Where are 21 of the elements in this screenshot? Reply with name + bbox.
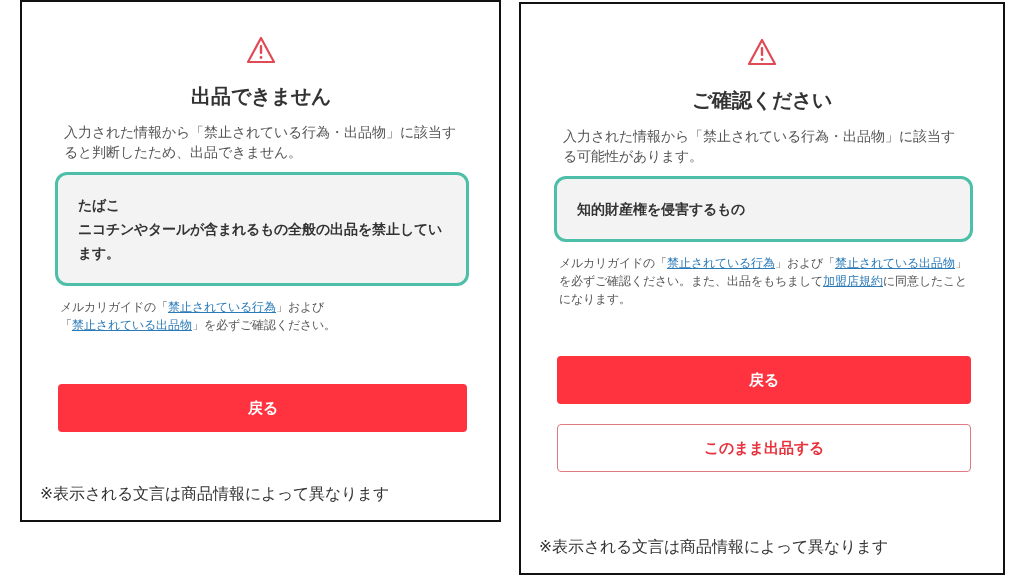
description-text: 入力された情報から「禁止されている行為・出品物」に該当する可能性があります。 xyxy=(563,127,956,166)
guide-text: メルカリガイドの「禁止されている行為」および「禁止されている出品物」を必ずご確認ください。また、出品をもちまして加盟店規約に同意したことになります。 xyxy=(559,255,968,308)
guide-link[interactable]: 禁止されている出品物 xyxy=(835,256,955,270)
guide-link[interactable]: 禁止されている出品物 xyxy=(72,318,192,332)
notice-text: ニコチンやタールが含まれるもの全般の出品を禁止しています。 xyxy=(78,220,443,263)
notice-text: たばこ xyxy=(78,196,121,215)
dialog-title: 出品できません xyxy=(189,84,332,108)
description-text: 入力された情報から「禁止されている行為・出品物」に該当すると判断したため、出品できません。 xyxy=(64,123,457,162)
footnote-text: ※表示される文言は商品情報によって異なります xyxy=(539,536,889,558)
warning-icon xyxy=(747,38,777,66)
back-button[interactable]: 戻る xyxy=(58,384,467,432)
warning-icon xyxy=(245,36,276,64)
guide-link[interactable]: 禁止されている行為 xyxy=(667,256,775,270)
submit-button[interactable]: このまま出品する xyxy=(557,424,971,472)
notice-text: 知的財産権を侵害するもの xyxy=(577,200,746,219)
guide-link[interactable]: 加盟店規約 xyxy=(823,274,883,288)
guide-link[interactable]: 禁止されている行為 xyxy=(168,300,276,314)
guide-text: メルカリガイドの「禁止されている行為」および「禁止されている出品物」を必ずご確認ください。 xyxy=(60,299,337,334)
back-button[interactable]: 戻る xyxy=(557,356,971,404)
dialog-title: ご確認ください xyxy=(691,88,833,112)
footnote-text: ※表示される文言は商品情報によって異なります xyxy=(40,483,390,505)
